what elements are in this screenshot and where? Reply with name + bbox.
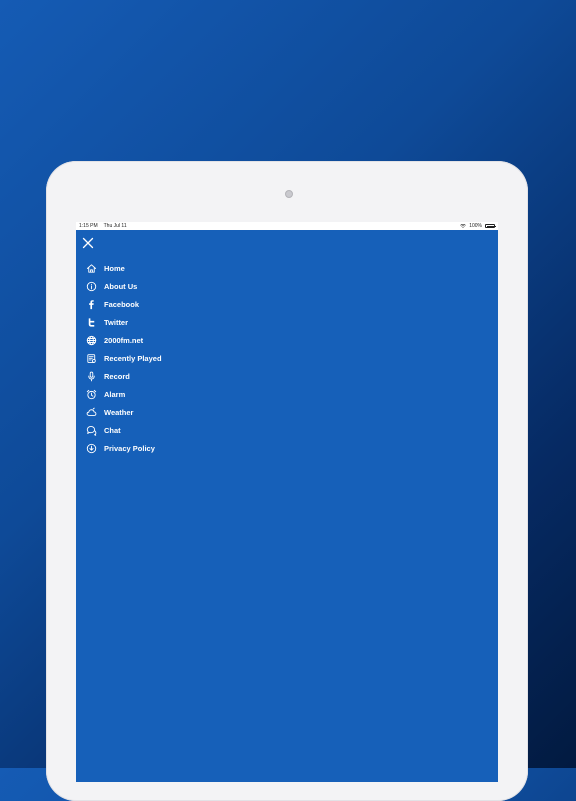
menu-item-website[interactable]: 2000fm.net bbox=[84, 331, 162, 349]
menu-label-weather: Weather bbox=[104, 408, 134, 418]
status-date: Thu Jul 11 bbox=[103, 223, 127, 229]
app-screen: 1:15 PM Thu Jul 11 100% Home About Us Fa… bbox=[76, 222, 498, 782]
microphone-icon bbox=[84, 370, 98, 384]
facebook-icon bbox=[84, 297, 98, 311]
menu-item-weather[interactable]: Weather bbox=[84, 404, 162, 422]
menu-label-twitter: Twitter bbox=[104, 317, 129, 327]
weather-icon bbox=[84, 406, 98, 420]
alarm-icon bbox=[84, 388, 98, 402]
playlist-icon bbox=[84, 352, 98, 366]
menu-item-twitter[interactable]: Twitter bbox=[84, 313, 162, 331]
menu-label-home: Home bbox=[104, 263, 125, 273]
twitter-icon bbox=[84, 315, 98, 329]
battery-icon bbox=[485, 224, 496, 228]
battery-percent: 100% bbox=[469, 223, 482, 229]
home-icon bbox=[84, 261, 98, 275]
privacy-icon bbox=[84, 442, 98, 456]
close-button[interactable] bbox=[81, 236, 95, 250]
menu-label-about-us: About Us bbox=[104, 281, 138, 291]
menu-item-record[interactable]: Record bbox=[84, 368, 162, 386]
menu-label-facebook: Facebook bbox=[104, 299, 140, 309]
menu-item-chat[interactable]: Chat bbox=[84, 422, 162, 440]
menu-label-alarm: Alarm bbox=[104, 390, 126, 400]
chat-icon bbox=[84, 424, 98, 438]
globe-icon bbox=[84, 333, 98, 347]
menu-item-about-us[interactable]: About Us bbox=[84, 277, 162, 295]
menu-label-website: 2000fm.net bbox=[104, 335, 144, 345]
menu-item-recently-played[interactable]: Recently Played bbox=[84, 349, 162, 367]
menu-item-facebook[interactable]: Facebook bbox=[84, 295, 162, 313]
menu-item-alarm[interactable]: Alarm bbox=[84, 386, 162, 404]
wifi-icon bbox=[460, 224, 466, 228]
menu-label-record: Record bbox=[104, 372, 130, 382]
menu-label-chat: Chat bbox=[104, 426, 121, 436]
menu-item-privacy-policy[interactable]: Privacy Policy bbox=[84, 440, 162, 458]
close-icon bbox=[82, 237, 94, 249]
camera-dot bbox=[285, 190, 293, 198]
side-menu: Home About Us Facebook Twitter 2000fm.ne… bbox=[84, 259, 162, 458]
menu-label-privacy-policy: Privacy Policy bbox=[104, 444, 155, 454]
info-icon bbox=[84, 279, 98, 293]
status-time: 1:15 PM bbox=[79, 223, 98, 229]
status-bar: 1:15 PM Thu Jul 11 100% bbox=[76, 222, 498, 230]
menu-label-recently-played: Recently Played bbox=[104, 354, 162, 364]
menu-item-home[interactable]: Home bbox=[84, 259, 162, 277]
